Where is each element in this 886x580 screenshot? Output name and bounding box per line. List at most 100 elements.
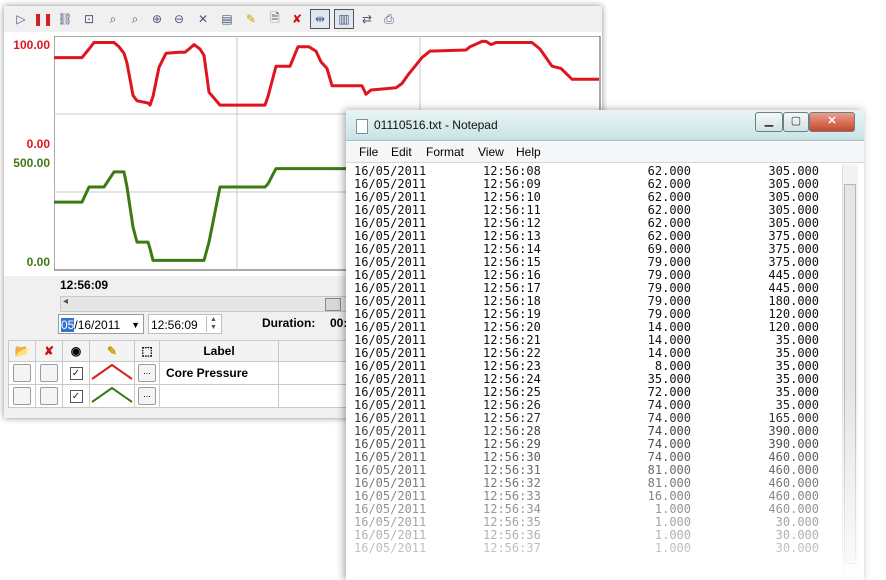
time-value: 12:56:09 bbox=[151, 318, 198, 332]
notepad-line: 16/05/2011 12:56:21 14.000 35.000 bbox=[354, 334, 834, 347]
play-icon[interactable]: ▷ bbox=[12, 10, 30, 28]
notepad-line: 16/05/2011 12:56:34 1.000 460.000 bbox=[354, 503, 834, 516]
maximize-icon[interactable]: ▢ bbox=[783, 112, 809, 132]
zoom-fit-icon[interactable]: ⊡ bbox=[80, 10, 98, 28]
notepad-line: 16/05/2011 12:56:32 81.000 460.000 bbox=[354, 477, 834, 490]
table-icon[interactable]: ▤ bbox=[218, 10, 236, 28]
open-folder-icon[interactable]: 📂 bbox=[8, 340, 36, 362]
link-icon[interactable]: ⛓ bbox=[56, 10, 74, 28]
notepad-text-area[interactable]: 16/05/2011 12:56:08 62.000 305.000 16/05/201… bbox=[354, 165, 834, 555]
notepad-line: 16/05/2011 12:56:25 72.000 35.000 bbox=[354, 386, 834, 399]
notepad-line: 16/05/2011 12:56:26 74.000 35.000 bbox=[354, 399, 834, 412]
cursor-icon[interactable]: ⇹ bbox=[310, 9, 330, 29]
notepad-line: 16/05/2011 12:56:36 1.000 30.000 bbox=[354, 529, 834, 542]
notepad-line: 16/05/2011 12:56:09 62.000 305.000 bbox=[354, 178, 834, 191]
zoom-window-icon[interactable]: ⌕ bbox=[104, 10, 122, 28]
pen-color-swatch[interactable] bbox=[89, 384, 135, 408]
notepad-line: 16/05/2011 12:56:33 16.000 460.000 bbox=[354, 490, 834, 503]
line-time: 12:56:37 bbox=[483, 541, 541, 555]
scale-icon[interactable]: ⬚ bbox=[134, 340, 160, 362]
date-rest: /16/2011 bbox=[74, 318, 121, 332]
delete-icon[interactable]: ✘ bbox=[288, 10, 306, 28]
notepad-line: 16/05/2011 12:56:19 79.000 120.000 bbox=[354, 308, 834, 321]
chevron-down-icon[interactable]: ▼ bbox=[131, 315, 140, 335]
green-axis-max: 500.00 bbox=[13, 156, 50, 170]
line-value-a: 1.000 bbox=[654, 541, 691, 555]
reset-axis-icon[interactable]: ✕ bbox=[194, 10, 212, 28]
pause-icon[interactable]: ❚❚ bbox=[33, 10, 53, 28]
notepad-line: 16/05/2011 12:56:31 81.000 460.000 bbox=[354, 464, 834, 477]
notepad-title-bar[interactable]: 01110516.txt - Notepad ▁ ▢ ✕ bbox=[346, 110, 864, 141]
split-view-icon[interactable]: ▥ bbox=[334, 9, 354, 29]
date-month-selected: 05 bbox=[61, 318, 75, 332]
notepad-line: 16/05/2011 12:56:11 62.000 305.000 bbox=[354, 204, 834, 217]
label-column-header: Label bbox=[159, 340, 279, 362]
notepad-line: 16/05/2011 12:56:22 14.000 35.000 bbox=[354, 347, 834, 360]
compare-icon[interactable]: ⇄ bbox=[358, 10, 376, 28]
line-date: 16/05/2011 bbox=[354, 541, 427, 555]
notepad-icon bbox=[356, 119, 368, 134]
notepad-line: 16/05/2011 12:56:35 1.000 30.000 bbox=[354, 516, 834, 529]
notepad-line: 16/05/2011 12:56:28 74.000 390.000 bbox=[354, 425, 834, 438]
remove-pen-icon[interactable]: ✘ bbox=[35, 340, 63, 362]
notepad-line: 16/05/2011 12:56:23 8.000 35.000 bbox=[354, 360, 834, 373]
pen-label-cell bbox=[159, 384, 279, 408]
zoom-out-icon[interactable]: ⊖ bbox=[170, 10, 188, 28]
notepad-line: 16/05/2011 12:56:10 62.000 305.000 bbox=[354, 191, 834, 204]
notepad-line: 16/05/2011 12:56:30 74.000 460.000 bbox=[354, 451, 834, 464]
close-icon[interactable]: ✕ bbox=[809, 112, 855, 132]
notepad-title: 01110516.txt - Notepad bbox=[374, 118, 498, 132]
trend-toolbar: ▷ ❚❚ ⛓ ⊡ ⌕ ⌕ ⊕ ⊖ ✕ ▤ ✎ 🗎 ✘ ⇹ ▥ ⇄ ⎙ bbox=[4, 6, 602, 33]
notepad-vscrollbar[interactable] bbox=[842, 164, 858, 580]
scroll-left-icon[interactable]: ◂ bbox=[63, 296, 68, 307]
visibility-eye-icon[interactable]: ◉ bbox=[62, 340, 90, 362]
red-axis-max: 100.00 bbox=[13, 38, 50, 52]
line-value-b: 30.000 bbox=[775, 541, 819, 555]
document-icon[interactable]: 🗎 bbox=[266, 10, 284, 28]
cursor-time-label: 12:56:09 bbox=[60, 278, 109, 292]
notepad-line: 16/05/2011 12:56:17 79.000 445.000 bbox=[354, 282, 834, 295]
pen-open-button[interactable] bbox=[13, 387, 31, 405]
notepad-line: 16/05/2011 12:56:20 14.000 120.000 bbox=[354, 321, 834, 334]
pen-visible-checkbox[interactable]: ✓ bbox=[69, 390, 83, 404]
pen-visible-checkbox[interactable]: ✓ bbox=[69, 367, 83, 381]
duration-value: 00: bbox=[330, 316, 348, 330]
menu-format[interactable]: Format bbox=[426, 145, 464, 159]
pen-scale-button[interactable]: ... bbox=[138, 364, 156, 382]
green-axis-min: 0.00 bbox=[26, 255, 50, 269]
pen-style-icon[interactable]: ✎ bbox=[89, 340, 135, 362]
scroll-thumb[interactable] bbox=[325, 298, 341, 311]
print-icon[interactable]: ⎙ bbox=[380, 10, 398, 28]
menu-file[interactable]: File bbox=[359, 145, 378, 159]
minimize-icon[interactable]: ▁ bbox=[755, 112, 783, 132]
pen-color-swatch[interactable] bbox=[89, 361, 135, 385]
notepad-menu-bar: File Edit Format View Help bbox=[346, 142, 864, 163]
duration-label: Duration: bbox=[262, 316, 316, 330]
pen-edit-icon[interactable]: ✎ bbox=[242, 10, 260, 28]
notepad-vscroll-thumb[interactable] bbox=[844, 184, 856, 564]
time-field[interactable]: 12:56:09 ▲ ▼ bbox=[148, 314, 222, 334]
menu-help[interactable]: Help bbox=[516, 145, 541, 159]
zoom-in-icon[interactable]: ⊕ bbox=[148, 10, 166, 28]
notepad-line: 16/05/2011 12:56:13 62.000 375.000 bbox=[354, 230, 834, 243]
red-axis-min: 0.00 bbox=[26, 137, 50, 151]
pen-scale-button[interactable]: ... bbox=[138, 387, 156, 405]
pen-delete-button[interactable] bbox=[40, 364, 58, 382]
pen-open-button[interactable] bbox=[13, 364, 31, 382]
notepad-line: 16/05/2011 12:56:14 69.000 375.000 bbox=[354, 243, 834, 256]
notepad-line: 16/05/2011 12:56:27 74.000 165.000 bbox=[354, 412, 834, 425]
notepad-line: 16/05/2011 12:56:08 62.000 305.000 bbox=[354, 165, 834, 178]
notepad-window: 01110516.txt - Notepad ▁ ▢ ✕ File Edit F… bbox=[346, 110, 864, 580]
menu-view[interactable]: View bbox=[478, 145, 504, 159]
notepad-line: 16/05/2011 12:56:37 1.000 30.000 bbox=[354, 542, 834, 555]
notepad-line: 16/05/2011 12:56:15 79.000 375.000 bbox=[354, 256, 834, 269]
time-spinner-icon[interactable]: ▲ ▼ bbox=[206, 316, 220, 332]
notepad-line: 16/05/2011 12:56:12 62.000 305.000 bbox=[354, 217, 834, 230]
pen-delete-button[interactable] bbox=[40, 387, 58, 405]
date-picker[interactable]: 05/16/2011 ▼ bbox=[58, 314, 144, 334]
notepad-line: 16/05/2011 12:56:24 35.000 35.000 bbox=[354, 373, 834, 386]
zoom-box-icon[interactable]: ⌕ bbox=[126, 10, 144, 28]
notepad-line: 16/05/2011 12:56:16 79.000 445.000 bbox=[354, 269, 834, 282]
menu-edit[interactable]: Edit bbox=[391, 145, 412, 159]
notepad-line: 16/05/2011 12:56:18 79.000 180.000 bbox=[354, 295, 834, 308]
